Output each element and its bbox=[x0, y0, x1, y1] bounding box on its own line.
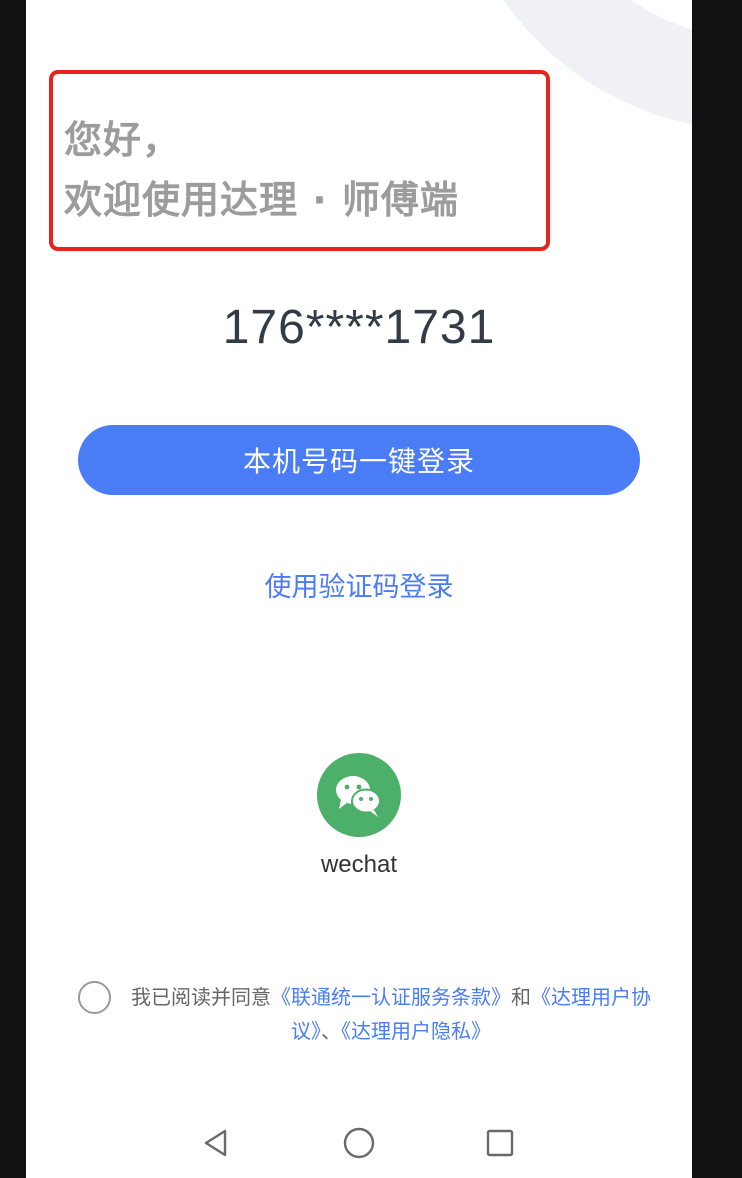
agreement-conj: 和 bbox=[511, 985, 531, 1009]
home-button[interactable] bbox=[331, 1115, 387, 1171]
login-screen: 您好， 欢迎使用达理 · 师傅端 176****1731 本机号码一键登录 使用… bbox=[26, 0, 692, 1178]
agreement-checkbox[interactable] bbox=[78, 981, 111, 1014]
unicom-terms-link[interactable]: 《联通统一认证服务条款》 bbox=[271, 985, 511, 1009]
privacy-policy-link[interactable]: 《达理用户隐私》 bbox=[341, 1019, 491, 1043]
sms-login-link[interactable]: 使用验证码登录 bbox=[26, 565, 692, 604]
system-nav-bar bbox=[26, 1115, 692, 1171]
agreement-prefix: 我已阅读并同意 bbox=[131, 985, 271, 1009]
greeting: 您好， 欢迎使用达理 · 师傅端 bbox=[64, 110, 459, 230]
wechat-label: wechat bbox=[320, 851, 398, 878]
back-button[interactable] bbox=[189, 1115, 245, 1171]
greeting-line-1: 您好， bbox=[64, 118, 182, 162]
back-triangle-icon bbox=[204, 1129, 227, 1157]
phone-number: 176****1731 bbox=[222, 301, 496, 354]
agreement-text: 我已阅读并同意《联通统一认证服务条款》和《达理用户协议》、《达理用户隐私》 bbox=[124, 980, 658, 1048]
greeting-line-2: 欢迎使用达理 · 师傅端 bbox=[64, 178, 459, 222]
wechat-icon[interactable] bbox=[317, 753, 401, 837]
wechat-bubbles-icon bbox=[336, 776, 381, 817]
agreement: 我已阅读并同意《联通统一认证服务条款》和《达理用户协议》、《达理用户隐私》 bbox=[78, 980, 658, 1048]
recents-button[interactable] bbox=[472, 1115, 528, 1171]
one-click-login-button[interactable]: 本机号码一键登录 bbox=[78, 425, 640, 495]
agreement-sep: 、 bbox=[321, 1019, 341, 1043]
home-circle-icon bbox=[343, 1127, 375, 1159]
recents-square-icon bbox=[486, 1129, 514, 1157]
wechat-login: wechat bbox=[26, 753, 692, 879]
